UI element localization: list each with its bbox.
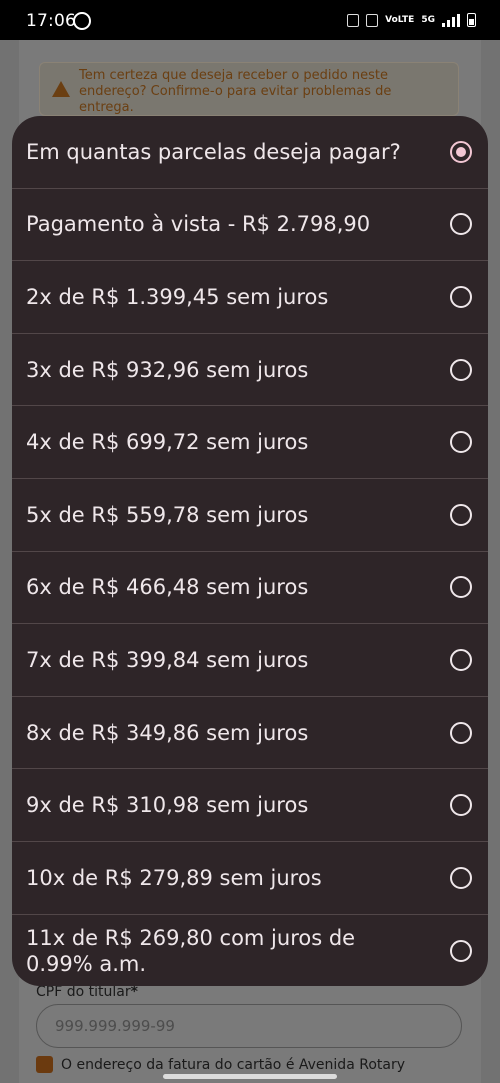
radio-icon[interactable]: [450, 285, 472, 308]
dialog-title-row[interactable]: Em quantas parcelas deseja pagar?: [12, 116, 488, 189]
selected-radio-icon[interactable]: [450, 140, 472, 163]
volte-icon: VoLTE: [385, 14, 415, 25]
billing-address-row[interactable]: O endereço da fatura do cartão é Avenida…: [36, 1056, 405, 1073]
option-label: 5x de R$ 559,78 sem juros: [26, 502, 309, 527]
radio-icon[interactable]: [450, 794, 472, 817]
radio-icon[interactable]: [450, 431, 472, 454]
status-bar: 17:06 VoLTE 5G: [0, 0, 500, 40]
battery-icon: [467, 13, 476, 27]
option-label: 10x de R$ 279,89 sem juros: [26, 865, 322, 890]
radio-icon[interactable]: [450, 866, 472, 889]
radio-icon[interactable]: [450, 358, 472, 381]
installment-option[interactable]: 3x de R$ 932,96 sem juros: [12, 334, 488, 407]
installment-option[interactable]: 2x de R$ 1.399,45 sem juros: [12, 261, 488, 334]
option-label: 3x de R$ 932,96 sem juros: [26, 357, 309, 382]
status-time: 17:06: [26, 11, 76, 31]
warning-text: Tem certeza que deseja receber o pedido …: [79, 68, 392, 115]
dialog-title: Em quantas parcelas deseja pagar?: [26, 139, 401, 164]
option-label: 6x de R$ 466,48 sem juros: [26, 575, 309, 600]
radio-icon[interactable]: [450, 503, 472, 526]
network-5g-icon: 5G: [421, 14, 435, 25]
option-label: 7x de R$ 399,84 sem juros: [26, 647, 309, 672]
installment-option[interactable]: 7x de R$ 399,84 sem juros: [12, 624, 488, 697]
whatsapp-icon: [73, 12, 91, 30]
home-indicator: [163, 1074, 337, 1079]
bluetooth-icon: [347, 13, 360, 27]
radio-icon[interactable]: [450, 648, 472, 671]
cpf-placeholder: 999.999.999-99: [55, 1017, 175, 1035]
option-label: 11x de R$ 269,80 com juros de 0.99% a.m.: [26, 925, 356, 976]
address-warning: Tem certeza que deseja receber o pedido …: [39, 62, 459, 116]
radio-icon[interactable]: [450, 213, 472, 236]
option-label: Pagamento à vista - R$ 2.798,90: [26, 212, 371, 237]
cpf-label-text: CPF do titular: [36, 984, 131, 1000]
option-label: 2x de R$ 1.399,45 sem juros: [26, 284, 329, 309]
installment-option[interactable]: 10x de R$ 279,89 sem juros: [12, 842, 488, 915]
radio-icon[interactable]: [450, 721, 472, 744]
radio-icon[interactable]: [450, 576, 472, 599]
installments-dialog: Em quantas parcelas deseja pagar? Pagame…: [12, 116, 488, 986]
installment-option[interactable]: 4x de R$ 699,72 sem juros: [12, 406, 488, 479]
installment-option[interactable]: 9x de R$ 310,98 sem juros: [12, 769, 488, 842]
cpf-label: CPF do titular*: [36, 984, 138, 1000]
installment-option[interactable]: 6x de R$ 466,48 sem juros: [12, 552, 488, 625]
radio-icon[interactable]: [450, 939, 472, 962]
installment-option[interactable]: 8x de R$ 349,86 sem juros: [12, 697, 488, 770]
mute-icon: [366, 13, 379, 27]
signal-icon: [442, 13, 460, 27]
option-label: 8x de R$ 349,86 sem juros: [26, 720, 309, 745]
option-label: 9x de R$ 310,98 sem juros: [26, 793, 309, 818]
cpf-input[interactable]: 999.999.999-99: [36, 1004, 462, 1048]
warning-icon: [52, 81, 70, 97]
option-label: 4x de R$ 699,72 sem juros: [26, 430, 309, 455]
installment-option[interactable]: 5x de R$ 559,78 sem juros: [12, 479, 488, 552]
required-mark: *: [130, 984, 138, 1000]
installment-option[interactable]: 11x de R$ 269,80 com juros de 0.99% a.m.: [12, 915, 488, 986]
status-icons: VoLTE 5G: [347, 13, 476, 27]
billing-text: O endereço da fatura do cartão é Avenida…: [61, 1056, 405, 1073]
billing-checkbox[interactable]: [36, 1056, 53, 1073]
installment-option[interactable]: Pagamento à vista - R$ 2.798,90: [12, 189, 488, 262]
